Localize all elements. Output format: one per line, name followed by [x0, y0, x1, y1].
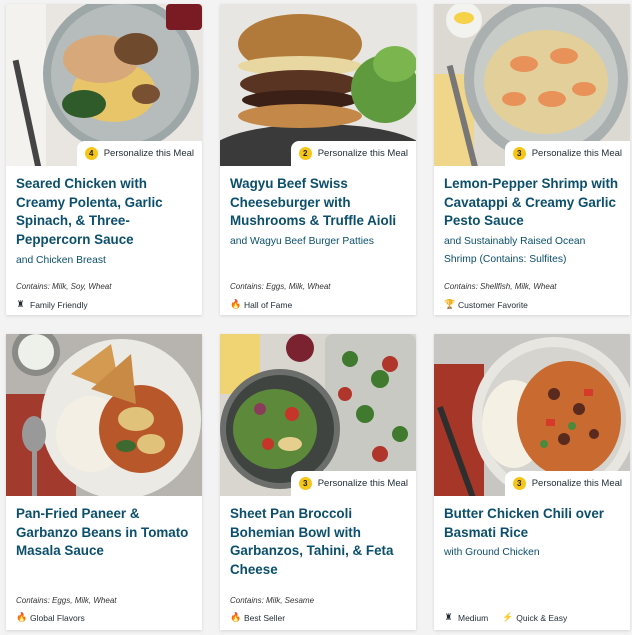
meal-tag-label: Family Friendly — [30, 299, 88, 310]
selection-count-badge: 3 — [512, 477, 526, 490]
meal-photo[interactable]: 2 Personalize this Meal — [220, 4, 416, 166]
chef-hat-icon: ♜ — [444, 612, 453, 622]
meal-tag-label: Medium — [458, 612, 489, 623]
meal-card[interactable]: 3 Personalize this Meal Sheet Pan Brocco… — [220, 334, 416, 630]
meal-card[interactable]: Pan-Fried Paneer & Garbanzo Beans in Tom… — [6, 334, 202, 630]
personalize-label: Personalize this Meal — [103, 148, 194, 159]
meal-grid: 4 Personalize this Meal Seared Chicken w… — [0, 0, 632, 635]
selection-count-badge: 3 — [298, 477, 312, 490]
flame-icon: 🔥 — [230, 299, 242, 309]
meal-title[interactable]: Seared Chicken with Creamy Polenta, Garl… — [16, 175, 192, 250]
meal-tag: ⚡ Quick & Easy — [502, 612, 567, 623]
trophy-icon: 🏆 — [444, 299, 456, 309]
meal-card[interactable]: 2 Personalize this Meal Wagyu Beef Swiss… — [220, 4, 416, 315]
meal-title[interactable]: Butter Chicken Chili over Basmati Rice — [444, 505, 620, 542]
meal-tag-label: Quick & Easy — [516, 612, 568, 623]
personalize-label: Personalize this Meal — [317, 148, 408, 159]
meal-title[interactable]: Wagyu Beef Swiss Cheeseburger with Mushr… — [230, 175, 406, 231]
meal-title[interactable]: Sheet Pan Broccoli Bohemian Bowl with Ga… — [230, 505, 406, 580]
personalize-label: Personalize this Meal — [531, 148, 622, 159]
meal-photo[interactable]: 4 Personalize this Meal — [6, 4, 202, 166]
meal-tag: ♜ Family Friendly — [16, 299, 88, 310]
allergens-text: Contains: Shellfish, Milk, Wheat — [444, 282, 557, 291]
lightning-icon: ⚡ — [502, 612, 514, 622]
meal-photo[interactable]: 3 Personalize this Meal — [220, 334, 416, 496]
allergens-text: Contains: Eggs, Milk, Wheat — [16, 596, 117, 605]
meal-subtitle: with Ground Chicken — [444, 547, 540, 559]
meal-title[interactable]: Pan-Fried Paneer & Garbanzo Beans in Tom… — [16, 505, 192, 561]
meal-tag-label: Customer Favorite — [458, 299, 528, 310]
personalize-label: Personalize this Meal — [531, 478, 622, 489]
personalize-meal-button[interactable]: 4 Personalize this Meal — [76, 141, 202, 166]
personalize-meal-button[interactable]: 3 Personalize this Meal — [504, 471, 630, 496]
flame-icon: 🔥 — [16, 612, 28, 622]
meal-tag-label: Best Seller — [244, 612, 286, 623]
meal-title[interactable]: Lemon-Pepper Shrimp with Cavatappi & Cre… — [444, 175, 620, 231]
meal-card[interactable]: 3 Personalize this Meal Butter Chicken C… — [434, 334, 630, 630]
meal-tag: 🔥 Global Flavors — [16, 612, 85, 623]
meal-card[interactable]: 4 Personalize this Meal Seared Chicken w… — [6, 4, 202, 315]
selection-count-badge: 3 — [512, 147, 526, 160]
meal-photo[interactable] — [6, 334, 202, 496]
meal-subtitle: and Wagyu Beef Burger Patties — [230, 236, 374, 248]
selection-count-badge: 4 — [84, 147, 98, 160]
meal-tag: 🏆 Customer Favorite — [444, 299, 528, 310]
meal-photo[interactable]: 3 Personalize this Meal — [434, 4, 630, 166]
personalize-meal-button[interactable]: 3 Personalize this Meal — [504, 141, 630, 166]
selection-count-badge: 2 — [298, 147, 312, 160]
meal-subtitle: and Sustainably Raised Ocean Shrimp (Con… — [444, 236, 586, 265]
meal-photo[interactable]: 3 Personalize this Meal — [434, 334, 630, 496]
meal-tag: 🔥 Best Seller — [230, 612, 285, 623]
meal-tag: 🔥 Hall of Fame — [230, 299, 292, 310]
personalize-label: Personalize this Meal — [317, 478, 408, 489]
allergens-text: Contains: Milk, Sesame — [230, 596, 315, 605]
flame-icon: 🔥 — [230, 612, 242, 622]
meal-tag-label: Global Flavors — [30, 612, 85, 623]
personalize-meal-button[interactable]: 2 Personalize this Meal — [290, 141, 416, 166]
meal-tag: ♜ Medium — [444, 612, 488, 623]
meal-subtitle: and Chicken Breast — [16, 254, 106, 266]
meal-tag-label: Hall of Fame — [244, 299, 293, 310]
chef-hat-icon: ♜ — [16, 299, 25, 309]
meal-card[interactable]: 3 Personalize this Meal Lemon-Pepper Shr… — [434, 4, 630, 315]
allergens-text: Contains: Milk, Soy, Wheat — [16, 282, 112, 291]
personalize-meal-button[interactable]: 3 Personalize this Meal — [290, 471, 416, 496]
allergens-text: Contains: Eggs, Milk, Wheat — [230, 282, 331, 291]
